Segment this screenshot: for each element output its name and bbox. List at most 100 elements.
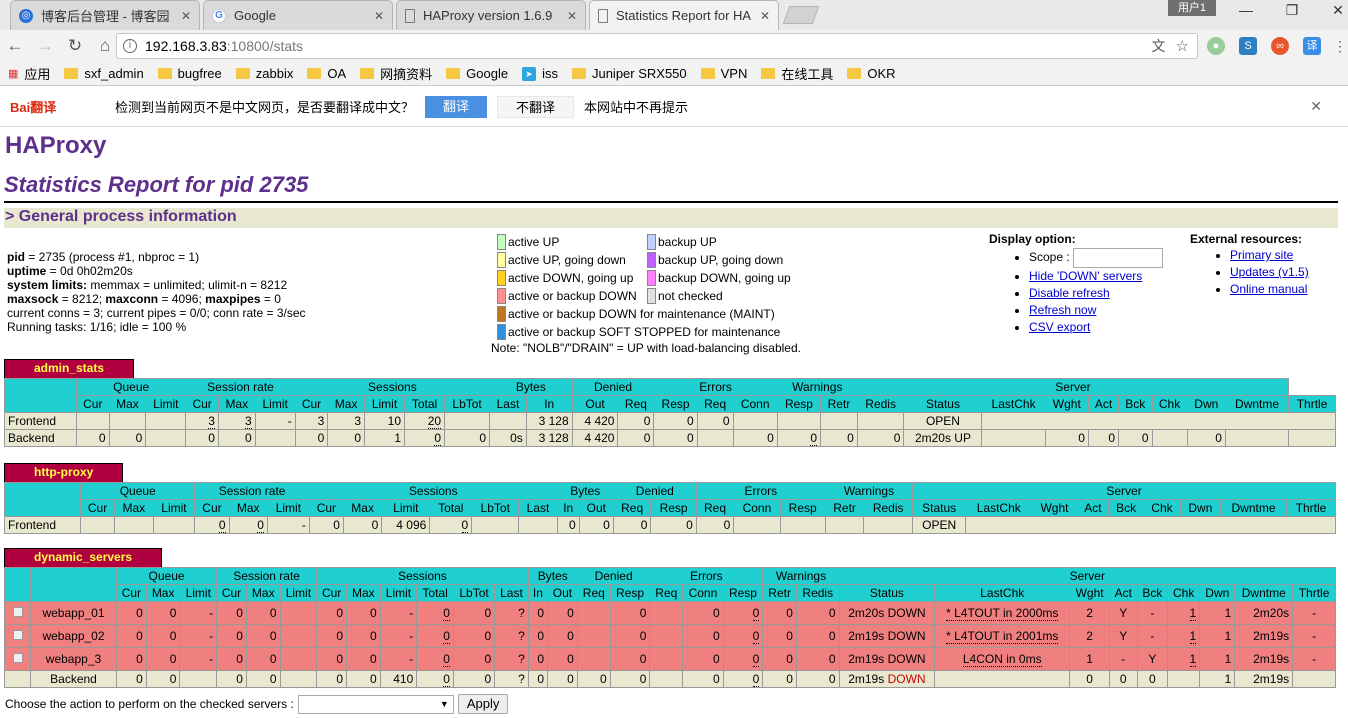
- close-icon[interactable]: ✕: [181, 9, 191, 23]
- bookmark-item[interactable]: bugfree: [157, 66, 222, 81]
- bookmark-item[interactable]: VPN: [700, 66, 747, 81]
- close-window-icon[interactable]: ✕: [1318, 2, 1348, 19]
- table-row: webapp_02 00- 00 0 0-0 0? 00 0 00 00 2m19s…: [4, 624, 1336, 648]
- info-line: system limits: memmax = unlimited; ulimi…: [7, 278, 288, 292]
- table-row: Frontend 33- 3 3 10 20 3 128 4 420 00 0 OPEN: [4, 412, 1336, 430]
- tab-title: HAProxy version 1.6.9: [423, 8, 553, 23]
- close-icon[interactable]: ✕: [374, 9, 384, 23]
- close-icon[interactable]: ✕: [760, 9, 770, 23]
- folder-icon: [700, 68, 715, 79]
- tab-cnblogs[interactable]: ◎ 博客后台管理 - 博客园 ✕: [10, 0, 200, 30]
- translate-bar: Bai翻译 检测到当前网页不是中文网页，是否要翻译成中文？ 翻译 不翻译 本网站…: [0, 87, 1348, 127]
- stats-table: Queue Session rate Sessions Bytes Denied Erro…: [4, 482, 1336, 534]
- menu-icon[interactable]: ⋮: [1331, 37, 1348, 55]
- folder-icon: [360, 68, 375, 79]
- tab-statistics-report[interactable]: Statistics Report for HA ✕: [589, 0, 779, 30]
- maximize-icon[interactable]: ❐: [1272, 2, 1312, 19]
- table-row: Frontend 00- 004 096 0 00 00 0 OPEN: [4, 516, 1336, 534]
- bookmark-label: bugfree: [177, 66, 222, 81]
- back-icon[interactable]: ←: [0, 36, 30, 56]
- new-tab-button[interactable]: [782, 6, 820, 24]
- table-row: webapp_3 00- 00 0 0-0 0? 00 0 00 00 2m19s …: [4, 647, 1336, 671]
- action-select[interactable]: ▼: [297, 694, 454, 714]
- legend-item: active UP, going down: [497, 251, 647, 269]
- minimize-icon[interactable]: —: [1226, 2, 1266, 18]
- server-checkbox[interactable]: [12, 607, 23, 617]
- display-options-title: Display option:: [989, 232, 1076, 246]
- extension-icon[interactable]: S: [1239, 37, 1257, 55]
- browser-toolbar: ← → ↻ ⌂ i 192.168.3.83:10800/stats 文 ☆: [0, 30, 1348, 62]
- star-icon[interactable]: ☆: [1176, 37, 1189, 55]
- hide-down-servers-link[interactable]: Hide 'DOWN' servers: [1029, 269, 1142, 283]
- server-checkbox[interactable]: [12, 630, 23, 640]
- bookmark-label: OKR: [867, 66, 896, 81]
- updates-link[interactable]: Updates (v1.5): [1230, 265, 1309, 279]
- bookmark-label: 应用: [24, 67, 51, 82]
- close-icon[interactable]: ✕: [1310, 98, 1322, 115]
- process-info: pid = 2735 (process #1, nbproc = 1) upti…: [7, 250, 306, 334]
- display-options: Display option: Scope : Hide 'DOWN' serv…: [989, 232, 1164, 337]
- close-icon[interactable]: ✕: [567, 9, 577, 23]
- bookmark-item[interactable]: 网摘资料: [360, 64, 432, 83]
- translate-button[interactable]: 翻译: [425, 95, 488, 118]
- refresh-now-link[interactable]: Refresh now: [1029, 303, 1096, 317]
- never-translate-link[interactable]: 本网站中不再提示: [584, 97, 688, 116]
- translate-icon[interactable]: 文: [1152, 36, 1166, 56]
- telegram-icon: ➤: [522, 66, 537, 81]
- legend-item: active or backup DOWN: [497, 287, 647, 305]
- user-profile-badge[interactable]: 用户1: [1168, 0, 1216, 16]
- status-legend: active UP active UP, going down active D…: [491, 233, 801, 357]
- proxy-admin-stats: admin_stats Queue Session rate Sessions Byt…: [4, 359, 1336, 447]
- reload-icon[interactable]: ↻: [60, 36, 90, 56]
- bookmark-item[interactable]: OKR: [847, 66, 896, 81]
- tab-strip: ◎ 博客后台管理 - 博客园 ✕ G Google ✕ HAProxy version …: [0, 0, 1348, 30]
- proxy-name[interactable]: admin_stats: [4, 359, 135, 378]
- apply-button[interactable]: Apply: [457, 694, 509, 714]
- proxy-name[interactable]: http-proxy: [4, 463, 124, 482]
- scope-input[interactable]: [1073, 248, 1164, 268]
- address-bar[interactable]: i 192.168.3.83:10800/stats 文 ☆: [116, 33, 1198, 59]
- bookmark-item[interactable]: ➤ iss: [522, 66, 558, 81]
- tab-title: 博客后台管理 - 博客园: [41, 9, 170, 24]
- legend-item: backup UP: [647, 233, 791, 251]
- info-icon[interactable]: i: [123, 39, 137, 53]
- legend-note: Note: "NOLB"/"DRAIN" = UP with load-bala…: [491, 341, 801, 355]
- disable-refresh-link[interactable]: Disable refresh: [1029, 286, 1110, 300]
- legend-item: backup DOWN, going up: [647, 269, 791, 287]
- folder-icon: [446, 68, 461, 79]
- online-manual-link[interactable]: Online manual: [1230, 282, 1307, 296]
- extension-icon[interactable]: ●: [1207, 37, 1225, 55]
- tab-haproxy-version[interactable]: HAProxy version 1.6.9 ✕: [396, 0, 586, 30]
- page-title: HAProxy: [5, 132, 107, 159]
- primary-site-link[interactable]: Primary site: [1230, 248, 1293, 262]
- document-icon: [405, 8, 415, 23]
- csv-export-link[interactable]: CSV export: [1029, 320, 1090, 334]
- extension-icon[interactable]: 译: [1303, 37, 1321, 55]
- bookmark-item[interactable]: 在线工具: [761, 64, 833, 83]
- info-line: uptime = 0d 0h02m20s: [7, 264, 133, 278]
- external-resources: External resources: Primary site Updates…: [1190, 232, 1309, 299]
- proxy-name[interactable]: dynamic_servers: [4, 548, 163, 567]
- bookmark-item[interactable]: sxf_admin: [64, 66, 144, 81]
- legend-item: not checked: [647, 287, 791, 305]
- scope-item: Scope :: [1029, 248, 1164, 268]
- server-name: webapp_01: [30, 601, 117, 625]
- bookmark-apps[interactable]: ▦ 应用: [8, 64, 50, 83]
- bookmark-item[interactable]: OA: [307, 66, 346, 81]
- baidu-translate-logo: Bai翻译: [10, 100, 57, 115]
- bookmark-item[interactable]: zabbix: [235, 66, 293, 81]
- bookmark-item[interactable]: Google: [446, 66, 508, 81]
- forward-icon[interactable]: →: [30, 36, 60, 56]
- tab-google[interactable]: G Google ✕: [203, 0, 393, 30]
- apps-icon: ▦: [8, 68, 19, 80]
- server-checkbox[interactable]: [12, 653, 23, 663]
- bookmark-item[interactable]: Juniper SRX550: [571, 66, 687, 81]
- tab-title: Google: [234, 8, 276, 23]
- server-name: webapp_3: [30, 647, 117, 671]
- legend-item: active or backup DOWN for maintenance (M…: [497, 305, 801, 323]
- no-translate-button[interactable]: 不翻译: [497, 95, 575, 118]
- stats-table: Queue Session rate Sessions Bytes Denied Erro…: [4, 378, 1336, 447]
- table-row: webapp_01 00- 00 0 0-0 0? 00 0 00 00 2m20s…: [4, 601, 1336, 625]
- extension-icon[interactable]: ∞: [1271, 37, 1289, 55]
- info-line: Running tasks: 1/16; idle = 100 %: [7, 320, 187, 334]
